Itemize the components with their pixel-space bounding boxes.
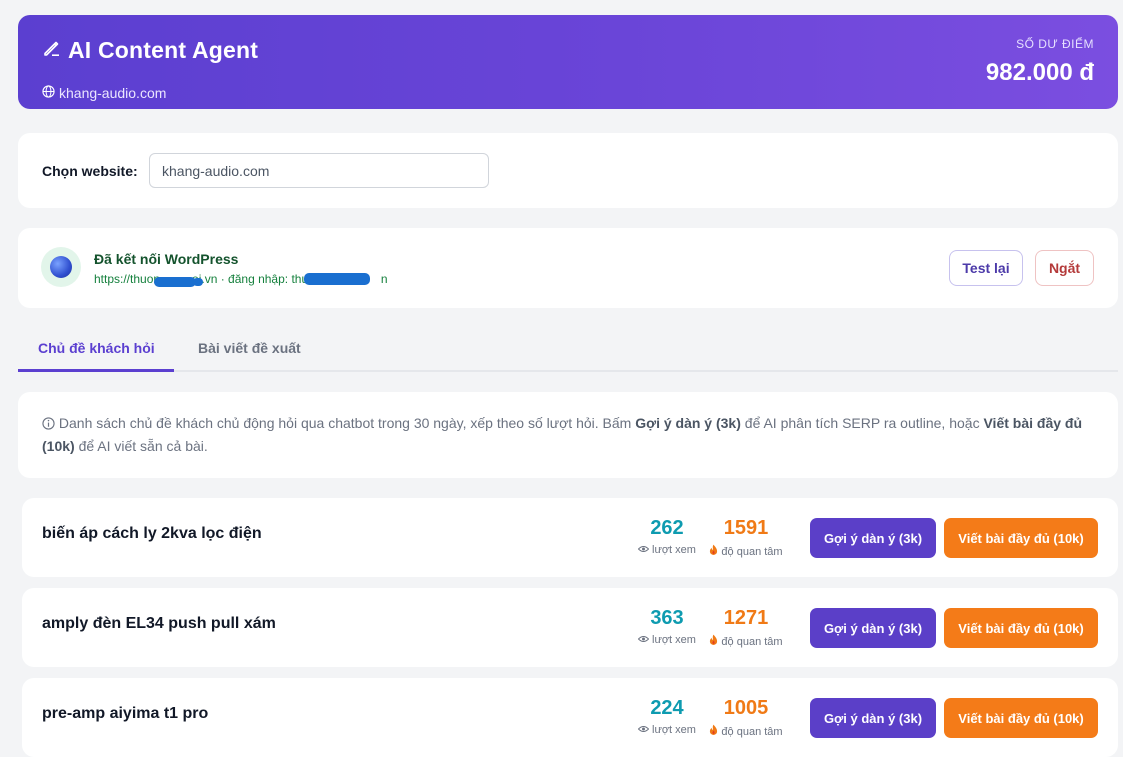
views-count: 262 bbox=[650, 517, 684, 539]
header-site-row: khang-audio.com bbox=[42, 85, 166, 101]
views-metric: 224 lượt xem bbox=[632, 697, 702, 736]
content-tabs: Chủ đề khách hỏi Bài viết đề xuất bbox=[18, 328, 1118, 372]
outline-suggest-button[interactable]: Gợi ý dàn ý (3k) bbox=[810, 518, 936, 558]
website-select-input[interactable] bbox=[149, 153, 489, 188]
tab-customer-topics[interactable]: Chủ đề khách hỏi bbox=[38, 340, 155, 356]
views-caption-text: lượt xem bbox=[652, 724, 696, 736]
views-metric: 363 lượt xem bbox=[632, 607, 702, 646]
interest-metric: 1005 độ quan tâm bbox=[708, 697, 784, 739]
views-caption-text: lượt xem bbox=[652, 544, 696, 556]
eye-icon bbox=[637, 634, 650, 646]
views-caption: lượt xem bbox=[632, 634, 702, 646]
interest-count: 1271 bbox=[723, 607, 769, 629]
write-full-article-button[interactable]: Viết bài đầy đủ (10k) bbox=[944, 698, 1098, 738]
outline-suggest-button[interactable]: Gợi ý dàn ý (3k) bbox=[810, 698, 936, 738]
interest-metric: 1271 độ quan tâm bbox=[708, 607, 784, 649]
redaction-mark bbox=[193, 278, 203, 286]
info-text-3: để AI viết sẵn cả bài. bbox=[74, 438, 208, 454]
pencil-icon bbox=[42, 38, 62, 63]
wordpress-status-icon bbox=[41, 247, 81, 287]
disconnect-button[interactable]: Ngắt bbox=[1035, 250, 1094, 286]
views-caption-text: lượt xem bbox=[652, 634, 696, 646]
info-text-1: Danh sách chủ đề khách chủ động hỏi qua … bbox=[58, 415, 636, 431]
views-count: 224 bbox=[650, 697, 684, 719]
info-outline-price: Gợi ý dàn ý (3k) bbox=[635, 415, 741, 431]
info-text: Danh sách chủ đề khách chủ động hỏi qua … bbox=[42, 412, 1094, 458]
topic-row: pre-amp aiyima t1 pro 224 lượt xem 1005 … bbox=[22, 678, 1118, 757]
redaction-mark bbox=[154, 277, 196, 287]
write-full-article-button[interactable]: Viết bài đầy đủ (10k) bbox=[944, 518, 1098, 558]
app-header: AI Content Agent khang-audio.com SỐ DƯ Đ… bbox=[18, 15, 1118, 109]
write-full-article-button[interactable]: Viết bài đầy đủ (10k) bbox=[944, 608, 1098, 648]
interest-count: 1591 bbox=[723, 517, 769, 539]
topic-title: biến áp cách ly 2kva lọc điện bbox=[42, 525, 262, 542]
outline-suggest-button[interactable]: Gợi ý dàn ý (3k) bbox=[810, 608, 936, 648]
app-title: AI Content Agent bbox=[68, 37, 259, 63]
wordpress-status-title: Đã kết nối WordPress bbox=[94, 251, 239, 267]
header-title-row: AI Content Agent bbox=[42, 37, 258, 64]
views-caption: lượt xem bbox=[632, 724, 702, 736]
balance-label: SỐ DƯ ĐIỂM bbox=[1016, 37, 1094, 51]
test-connection-button[interactable]: Test lại bbox=[949, 250, 1023, 286]
balance-value: 982.000 đ bbox=[985, 59, 1094, 86]
wordpress-url-mid: oi.vn · đăng nhập: thuo bbox=[192, 272, 315, 286]
interest-caption: độ quan tâm bbox=[708, 634, 784, 649]
interest-caption: độ quan tâm bbox=[708, 724, 784, 739]
website-selector-card: Chọn website: bbox=[18, 133, 1118, 208]
interest-caption: độ quan tâm bbox=[708, 544, 784, 559]
topic-row: biến áp cách ly 2kva lọc điện 262 lượt x… bbox=[22, 498, 1118, 577]
active-tab-indicator bbox=[18, 369, 174, 372]
views-count: 363 bbox=[650, 607, 684, 629]
wordpress-connection-card: Đã kết nối WordPress https://thuon oi.vn … bbox=[18, 228, 1118, 308]
tab-suggested-posts[interactable]: Bài viết đề xuất bbox=[198, 340, 301, 356]
eye-icon bbox=[637, 544, 650, 556]
eye-icon bbox=[637, 724, 650, 736]
views-caption: lượt xem bbox=[632, 544, 702, 556]
fire-icon bbox=[709, 544, 718, 559]
views-metric: 262 lượt xem bbox=[632, 517, 702, 556]
info-card: Danh sách chủ đề khách chủ động hỏi qua … bbox=[18, 392, 1118, 478]
info-text-2: để AI phân tích SERP ra outline, hoặc bbox=[740, 415, 984, 431]
website-select-label: Chọn website: bbox=[42, 163, 138, 179]
topic-row: amply đèn EL34 push pull xám 363 lượt xe… bbox=[22, 588, 1118, 667]
interest-count: 1005 bbox=[723, 697, 769, 719]
connected-orb-icon bbox=[50, 256, 72, 278]
interest-caption-text: độ quan tâm bbox=[721, 635, 783, 648]
info-icon bbox=[42, 415, 59, 431]
topic-title: pre-amp aiyima t1 pro bbox=[42, 705, 209, 722]
redaction-mark bbox=[304, 273, 370, 285]
topic-title: amply đèn EL34 push pull xám bbox=[42, 615, 276, 632]
wordpress-login-suffix: n bbox=[380, 272, 388, 286]
interest-caption-text: độ quan tâm bbox=[721, 725, 783, 738]
fire-icon bbox=[709, 634, 718, 649]
globe-icon bbox=[42, 85, 55, 101]
wordpress-url-prefix: https://thuon bbox=[94, 272, 161, 286]
fire-icon bbox=[709, 724, 718, 739]
interest-caption-text: độ quan tâm bbox=[721, 545, 783, 558]
header-site-name: khang-audio.com bbox=[59, 85, 167, 101]
interest-metric: 1591 độ quan tâm bbox=[708, 517, 784, 559]
